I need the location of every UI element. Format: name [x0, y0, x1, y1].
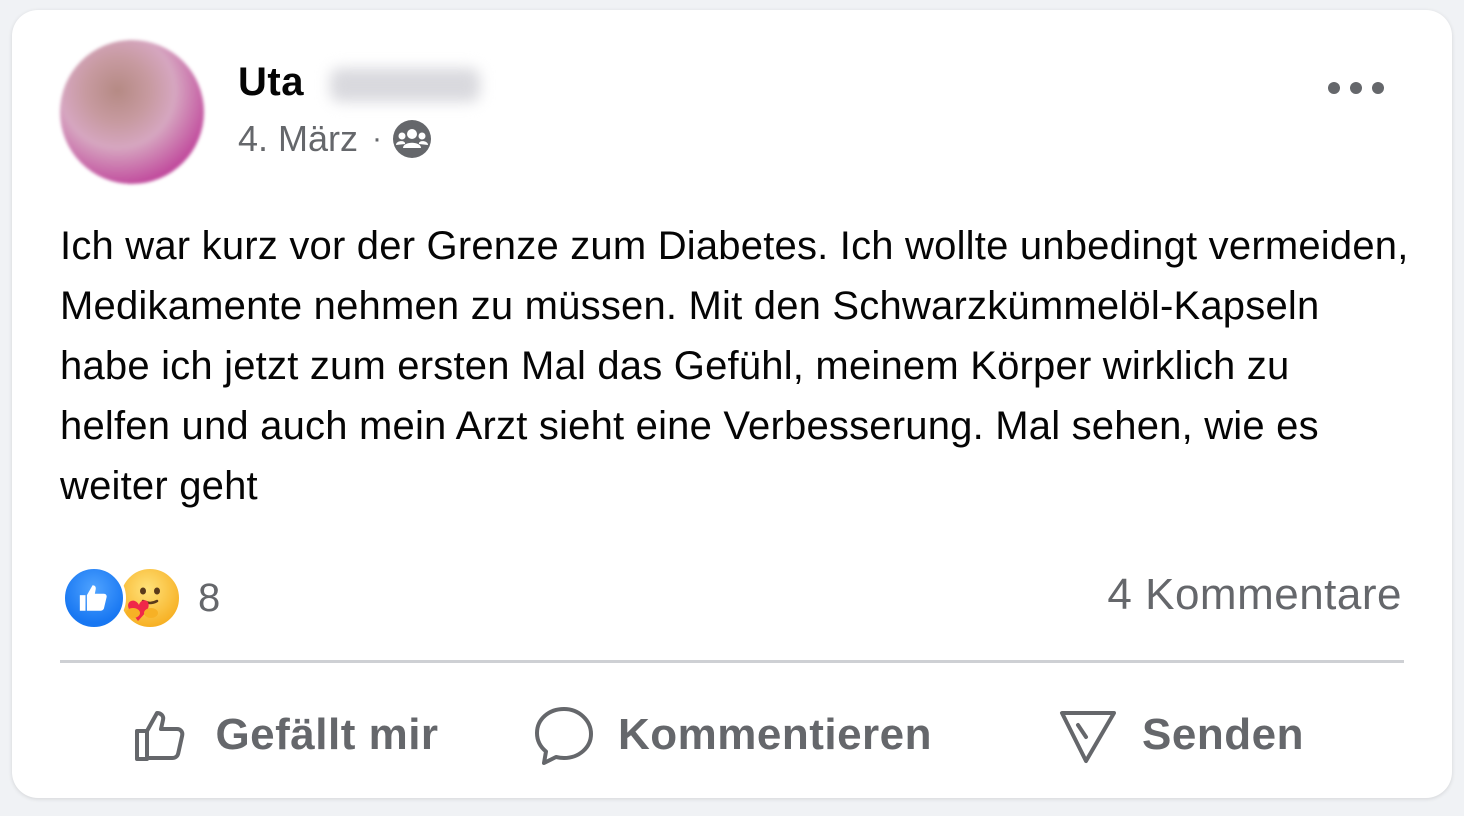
friends-icon[interactable] [392, 119, 432, 159]
care-reaction-icon [118, 566, 182, 630]
send-button-label: Senden [1142, 710, 1304, 759]
post-meta: 4. März · [238, 118, 432, 160]
author-name[interactable]: Uta [238, 60, 304, 105]
post-text: Ich war kurz vor der Grenze zum Diabetes… [60, 224, 1409, 508]
author-last-name-blurred [330, 68, 480, 102]
post-date[interactable]: 4. März [238, 118, 358, 160]
reaction-count: 8 [198, 575, 221, 620]
thumbs-up-icon [135, 711, 185, 761]
reactions-summary[interactable]: 8 [62, 566, 220, 630]
like-button-label: Gefällt mir [215, 710, 439, 759]
comment-button[interactable]: Kommentieren [508, 690, 956, 780]
like-button[interactable]: Gefällt mir [60, 690, 508, 780]
like-reaction-icon [62, 566, 126, 630]
send-icon [1060, 711, 1117, 763]
post-actions: Gefällt mir Kommentieren Senden [60, 690, 1404, 780]
meta-separator: · [372, 122, 383, 155]
comments-count-link[interactable]: 4 Kommentare [1107, 570, 1402, 620]
divider [60, 660, 1404, 663]
avatar[interactable] [60, 40, 204, 184]
post-card: Uta 4. März · Ich war kurz vor der Grenz… [12, 10, 1452, 798]
send-button[interactable]: Senden [956, 690, 1404, 780]
more-options-icon[interactable] [1328, 78, 1384, 98]
comment-bubble-icon [534, 707, 593, 765]
comment-button-label: Kommentieren [617, 710, 933, 759]
